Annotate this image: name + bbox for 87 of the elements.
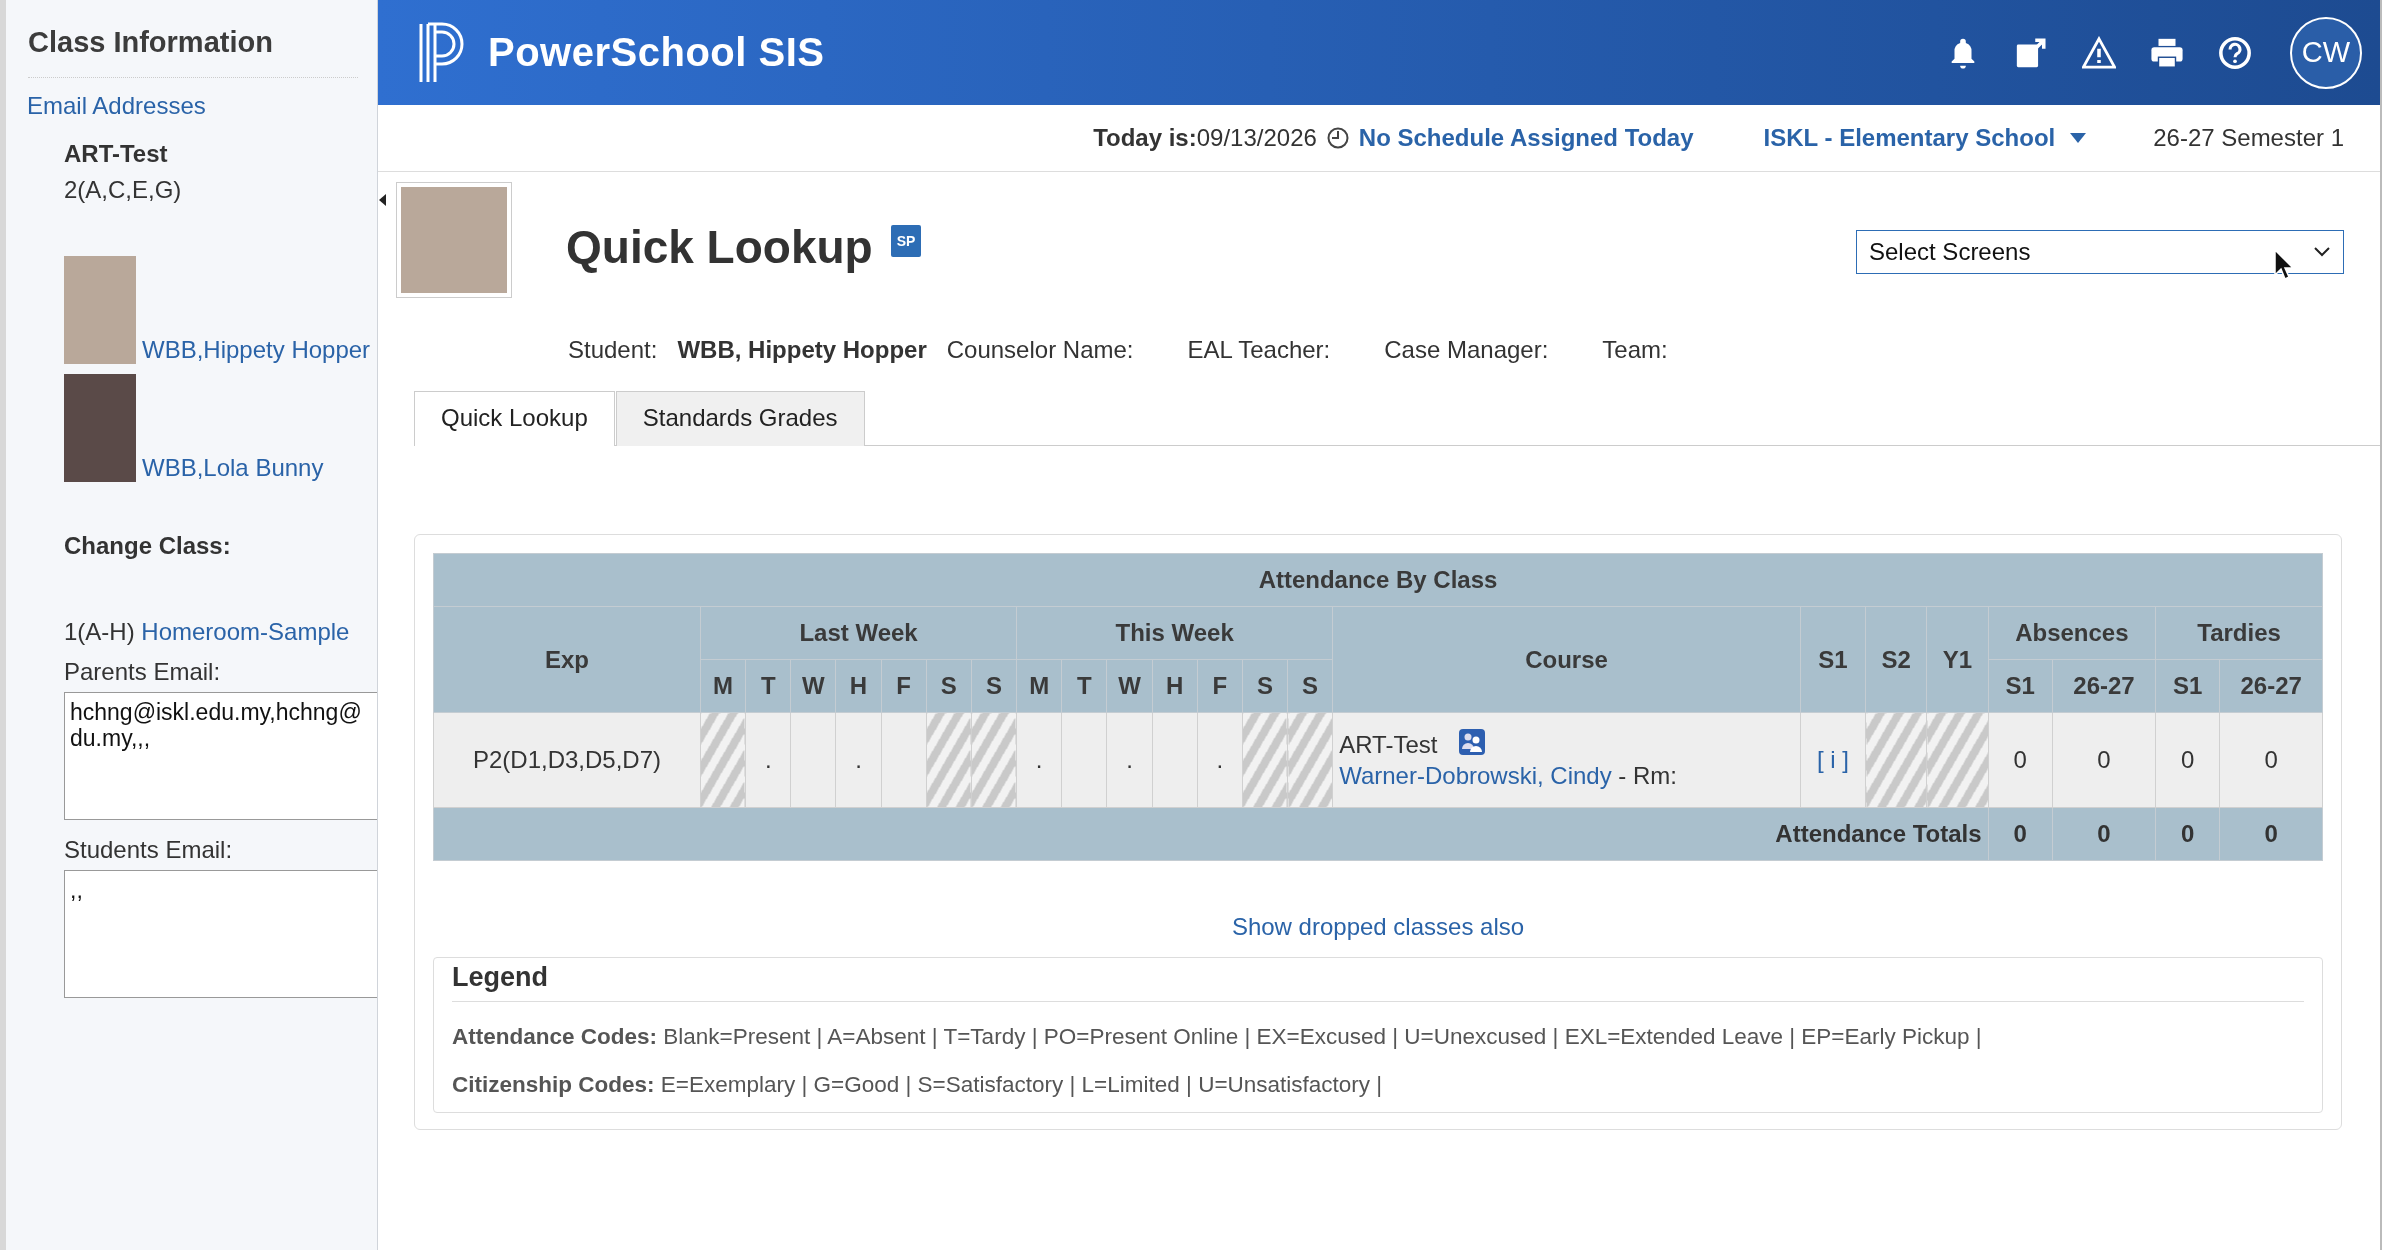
legend-text: Citizenship Codes: E=Exemplary | G=Good | S=Satisfactory | L=Limited | U=Unsatisfactory | (452, 1072, 1384, 1098)
help-icon[interactable] (2218, 35, 2252, 70)
class-name: ART-Test (64, 140, 169, 168)
table-cell: 0 (1988, 807, 2053, 861)
field-label: Parents Email: (64, 658, 222, 686)
homeroom-link[interactable]: Homeroom-Sample (141, 618, 350, 645)
clock-icon (1326, 127, 1349, 149)
column-header: Exp (433, 606, 701, 713)
legend-text: Attendance Codes: Blank=Present | A=Absent | T=Tardy | PO=Present Online | EX=Excused | U=Unexcused | EXL=Extended Leave | EP=Early Pickup | (452, 1024, 1983, 1050)
email-addresses-link[interactable]: Email Addresses (27, 92, 206, 120)
info-link[interactable]: [ i ] (1817, 746, 1849, 773)
info-label: Team: (1602, 336, 1668, 364)
info-label: Case Manager: (1384, 336, 1549, 364)
chevron-icon (2313, 246, 2331, 258)
column-header: This Week (1016, 606, 1333, 660)
people-icon[interactable] (1459, 728, 1486, 755)
user-avatar[interactable]: CW (2290, 16, 2362, 89)
column-header: S1 (2155, 659, 2220, 713)
warning-icon[interactable] (2082, 35, 2116, 70)
show-dropped-link[interactable]: Show dropped classes also (1231, 913, 1525, 940)
school-selector[interactable]: ISKL - Elementary School (1763, 124, 2088, 152)
attendance-cell: . (1197, 712, 1243, 808)
column-header: S1 (1800, 606, 1866, 713)
field-label: Students Email: (64, 836, 234, 864)
student-label: Student: (568, 336, 658, 364)
column-header: T (745, 659, 791, 713)
column-header: W (1106, 659, 1153, 713)
table-cell: 0 (1988, 712, 2053, 808)
column-header: Tardies (2155, 606, 2323, 660)
table-cell: 0 (2219, 807, 2323, 861)
brand-name: PowerSchool SIS (488, 30, 825, 75)
table-cell: 0 (2155, 807, 2220, 861)
table-title: Attendance By Class (433, 553, 2323, 607)
legend-title: Legend (452, 962, 2304, 1002)
schedule-link[interactable]: No Schedule Assigned Today (1358, 124, 1694, 152)
attendance-cell: . (835, 712, 882, 808)
column-header: F (1197, 659, 1243, 713)
change-class-label: Change Class: (64, 532, 232, 560)
info-label: EAL Teacher: (1187, 336, 1331, 364)
column-header: 26-27 (2219, 659, 2323, 713)
column-header: M (700, 659, 746, 713)
column-header: W (790, 659, 836, 713)
column-header: S (1287, 659, 1333, 713)
column-header: Absences (1988, 606, 2156, 660)
totals-label: Attendance Totals (433, 807, 1989, 861)
attendance-cell: . (1106, 712, 1153, 808)
external-link-icon[interactable] (2014, 35, 2048, 70)
today-date: Today is:09/13/2026 (1093, 124, 1317, 152)
info-label: Counselor Name: (946, 336, 1134, 364)
tab[interactable]: Quick Lookup (414, 391, 615, 446)
column-header: M (1016, 659, 1062, 713)
column-header: Last Week (700, 606, 1017, 660)
page-title: Quick Lookup (566, 220, 873, 274)
table-cell: 0 (2052, 712, 2156, 808)
column-header: H (835, 659, 882, 713)
students-email-field[interactable]: ,, (64, 870, 377, 998)
class-period: 1(A-H) (64, 618, 135, 645)
teacher-room-text: Warner-Dobrowski, Cindy - Rm: (1339, 761, 1678, 791)
table-cell: 0 (2155, 712, 2220, 808)
sp-badge[interactable]: SP (890, 225, 922, 257)
column-header: S (1242, 659, 1288, 713)
column-header: T (1061, 659, 1107, 713)
student-link[interactable]: WBB,Lola Bunny (142, 454, 324, 482)
column-header: Y1 (1926, 606, 1989, 713)
caret-icon (2069, 132, 2088, 144)
column-header: F (881, 659, 927, 713)
column-header: S (971, 659, 1017, 713)
column-header: 26-27 (2052, 659, 2156, 713)
parents-email-field[interactable]: hchng@iskl.edu.my,hchng@ du.my,,, (64, 692, 377, 820)
table-cell: 0 (2219, 712, 2323, 808)
sidebar-title: Class Information (28, 26, 358, 78)
table-cell: P2(D1,D3,D5,D7) (433, 712, 701, 808)
column-header: S2 (1865, 606, 1927, 713)
table-cell: 0 (2052, 807, 2156, 861)
column-header: Course (1332, 606, 1801, 713)
column-header: H (1152, 659, 1198, 713)
column-header: S (926, 659, 972, 713)
class-period: 2(A,C,E,G) (64, 176, 183, 204)
teacher-link[interactable]: Warner-Dobrowski, Cindy (1339, 762, 1612, 789)
attendance-cell: . (1016, 712, 1062, 808)
column-header: S1 (1988, 659, 2053, 713)
course-name: ART-Test (1339, 730, 1438, 758)
student-link[interactable]: WBB,Hippety Hopper (142, 336, 371, 364)
student-name: WBB, Hippety Hopper (677, 336, 927, 364)
term-label: 26-27 Semester 1 (2153, 124, 2344, 152)
attendance-cell: . (745, 712, 791, 808)
tab[interactable]: Standards Grades (615, 391, 865, 446)
